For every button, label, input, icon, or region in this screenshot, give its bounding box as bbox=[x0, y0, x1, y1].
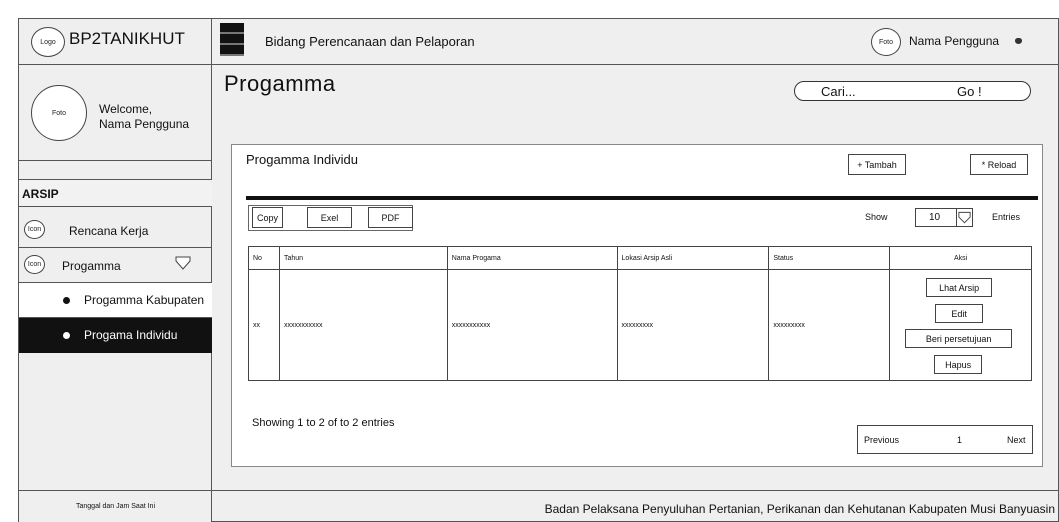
sidebar-subitem-progama-individu[interactable]: Progama Individu bbox=[19, 318, 212, 353]
table-header-row: No Tahun Nama Progama Lokasi Arsip Asli … bbox=[248, 246, 1032, 270]
reload-button[interactable]: * Reload bbox=[970, 154, 1028, 175]
content-panel: Progamma Individu + Tambah * Reload Copy… bbox=[231, 144, 1043, 467]
datetime-label: Tanggal dan Jam Saat Ini bbox=[19, 490, 212, 522]
page-title: Progamma bbox=[224, 71, 336, 96]
logo-label: Logo bbox=[40, 38, 56, 46]
excel-button[interactable]: Exel bbox=[307, 207, 352, 228]
table-cell: xxxxxxxxx bbox=[768, 269, 891, 381]
pdf-button[interactable]: PDF bbox=[368, 207, 413, 228]
panel-title: Progamma Individu bbox=[246, 152, 358, 167]
column-header: Tahun bbox=[278, 246, 448, 270]
view-archive-button[interactable]: Lhat Arsip bbox=[926, 278, 993, 297]
page-number-button[interactable]: 1 bbox=[957, 435, 962, 445]
pagination-summary: Showing 1 to 2 of to 2 entries bbox=[252, 417, 395, 429]
sidebar-item-label: Progamma bbox=[62, 259, 121, 273]
pagination: Previous 1 Next bbox=[857, 425, 1033, 454]
column-header: No bbox=[248, 246, 280, 270]
table-cell: xxxxxxxxx bbox=[616, 269, 770, 381]
welcome-text: Welcome, Nama Pengguna bbox=[99, 102, 189, 132]
sidebar-subitem-label: Progamma Kabupaten bbox=[84, 293, 205, 307]
sidebar: Logo BP2TANIKHUT Foto Welcome, Nama Peng… bbox=[19, 19, 212, 522]
sidebar-subitem-progamma-kabupaten[interactable]: Progamma Kabupaten bbox=[19, 283, 212, 318]
delete-button[interactable]: Hapus bbox=[934, 355, 983, 374]
copy-button[interactable]: Copy bbox=[252, 207, 283, 228]
footer: Badan Pelaksana Penyuluhan Pertanian, Pe… bbox=[212, 490, 1059, 522]
icon-label: Icon bbox=[27, 261, 42, 268]
table-cell: xxxxxxxxxxx bbox=[278, 269, 448, 381]
sidebar-item-rencana-kerja[interactable]: Icon Rencana Kerja bbox=[19, 213, 212, 248]
menu-icon: Icon bbox=[24, 255, 45, 274]
menu-icon: Icon bbox=[24, 220, 45, 239]
show-label: Show bbox=[865, 212, 888, 222]
bullet-icon bbox=[63, 297, 70, 304]
hamburger-menu-icon[interactable] bbox=[220, 23, 244, 56]
archive-table: No Tahun Nama Progama Lokasi Arsip Asli … bbox=[248, 246, 1032, 381]
brand-name: BP2TANIKHUT bbox=[69, 29, 185, 48]
top-bar: Bidang Perencanaan dan Pelaporan Foto Na… bbox=[212, 19, 1059, 65]
column-header: Lokasi Arsip Asli bbox=[616, 246, 770, 270]
divider bbox=[246, 196, 1038, 200]
app-window: Logo BP2TANIKHUT Foto Welcome, Nama Peng… bbox=[18, 18, 1059, 522]
approve-button[interactable]: Beri persetujuan bbox=[905, 329, 1013, 348]
column-header: Aksi bbox=[889, 246, 1032, 270]
table-cell: xx bbox=[248, 269, 280, 381]
bullet-icon bbox=[63, 332, 70, 339]
table-row: xx xxxxxxxxxxx xxxxxxxxxxx xxxxxxxxx xxx… bbox=[248, 269, 1032, 381]
avatar-label: Foto bbox=[878, 38, 893, 46]
chevron-down-icon[interactable] bbox=[175, 256, 191, 270]
search-go-button[interactable]: Go ! bbox=[957, 84, 982, 99]
entries-label: Entries bbox=[992, 212, 1021, 222]
brand: Logo BP2TANIKHUT bbox=[19, 19, 212, 65]
user-menu-caret-icon[interactable] bbox=[1015, 38, 1022, 44]
page-size-select[interactable]: 10 bbox=[915, 208, 973, 227]
user-name[interactable]: Nama Pengguna bbox=[909, 34, 999, 48]
column-header: Nama Progama bbox=[446, 246, 618, 270]
add-button[interactable]: + Tambah bbox=[848, 154, 906, 175]
avatar-label: Foto bbox=[51, 109, 66, 117]
section-title-arsip: ARSIP bbox=[19, 179, 212, 207]
welcome-greeting: Welcome, bbox=[99, 102, 153, 116]
table-cell: xxxxxxxxxxx bbox=[446, 269, 618, 381]
sidebar-item-progamma[interactable]: Icon Progamma bbox=[19, 248, 212, 283]
column-header: Status bbox=[768, 246, 891, 270]
page-size-value: 10 bbox=[929, 212, 941, 223]
chevron-down-icon[interactable] bbox=[956, 209, 972, 226]
logo-icon: Logo bbox=[31, 27, 65, 57]
welcome-user: Nama Pengguna bbox=[99, 117, 190, 131]
next-page-button[interactable]: Next bbox=[1007, 435, 1026, 445]
sidebar-item-label: Rencana Kerja bbox=[69, 224, 149, 238]
profile-card: Foto Welcome, Nama Pengguna bbox=[19, 65, 212, 161]
edit-button[interactable]: Edit bbox=[935, 304, 984, 323]
previous-page-button[interactable]: Previous bbox=[864, 435, 899, 445]
avatar: Foto bbox=[31, 85, 87, 141]
footer-org-name: Badan Pelaksana Penyuluhan Pertanian, Pe… bbox=[544, 502, 1055, 516]
avatar[interactable]: Foto bbox=[871, 28, 901, 56]
division-title: Bidang Perencanaan dan Pelaporan bbox=[265, 34, 475, 49]
search-input[interactable]: Cari... Go ! bbox=[794, 81, 1031, 101]
icon-label: Icon bbox=[27, 226, 42, 233]
sidebar-subitem-label: Progama Individu bbox=[84, 328, 178, 342]
actions-cell: Lhat Arsip Edit Beri persetujuan Hapus bbox=[889, 269, 1032, 381]
search-placeholder: Cari... bbox=[821, 84, 856, 99]
